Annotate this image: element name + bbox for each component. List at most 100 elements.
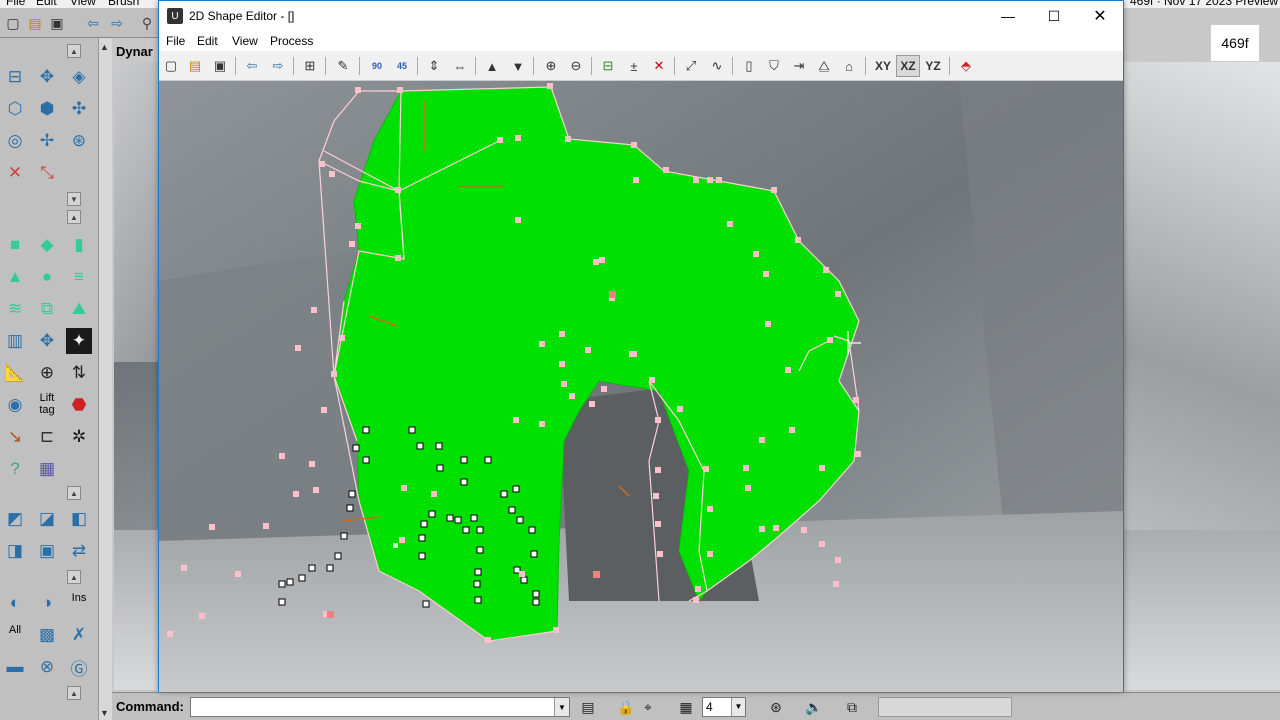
move-actor-icon[interactable]: ✥ bbox=[34, 328, 60, 354]
collapse-arrow-6-icon[interactable]: ▲ bbox=[67, 686, 81, 700]
menu-file[interactable]: File bbox=[166, 34, 185, 48]
menu-edit[interactable]: Edit bbox=[197, 34, 218, 48]
lift-tag-label[interactable]: Lift tag bbox=[34, 392, 60, 416]
bg-menu-file[interactable]: File bbox=[6, 0, 25, 8]
maximize-viewport-icon[interactable]: ⧉ bbox=[842, 698, 862, 716]
redo-icon[interactable]: ⇨ bbox=[104, 10, 130, 36]
flip-horizontal-icon[interactable]: ⇔ bbox=[449, 55, 471, 77]
image-background-icon[interactable]: ⬘ bbox=[955, 55, 977, 77]
scale-up-icon[interactable]: ▲ bbox=[481, 55, 503, 77]
grid-icon[interactable]: ▦ bbox=[676, 698, 696, 716]
revolve-icon[interactable]: ⌂ bbox=[838, 55, 860, 77]
scale-icon[interactable]: ✢ bbox=[34, 128, 60, 154]
redo-shape-icon[interactable]: ⇨ bbox=[267, 55, 289, 77]
binoculars-icon[interactable]: ⊕ bbox=[34, 360, 60, 386]
axis-xz-button[interactable]: XZ bbox=[896, 55, 920, 77]
undo-icon[interactable]: ⇦ bbox=[80, 10, 106, 36]
new-shape-icon[interactable]: ▢ bbox=[160, 55, 182, 77]
save-shape-icon[interactable]: ▣ bbox=[209, 55, 231, 77]
toolbox-scrollbar[interactable]: ▲ ▼ bbox=[98, 38, 112, 720]
sheet-builder-icon[interactable]: ◆ bbox=[34, 232, 60, 258]
measure-icon[interactable]: 📐 bbox=[2, 360, 28, 386]
camera-icon[interactable]: ▩ bbox=[34, 622, 60, 648]
camera-move-icon[interactable]: ⊟ bbox=[2, 64, 28, 90]
maximize-icon[interactable]: ☐ bbox=[1031, 1, 1077, 31]
extrude-bevel-icon[interactable]: ⧋ bbox=[813, 55, 835, 77]
wrench-icon[interactable]: ✗ bbox=[66, 622, 92, 648]
cone-builder-icon[interactable]: ▲ bbox=[2, 264, 28, 290]
face-drag-icon[interactable]: ⬢ bbox=[34, 96, 60, 122]
lock-icon[interactable]: 🔒 bbox=[616, 698, 636, 716]
eye-icon[interactable]: ◉ bbox=[2, 392, 28, 418]
extrude-icon[interactable]: ⛉ bbox=[763, 55, 785, 77]
brush-rotate-icon[interactable]: ✣ bbox=[66, 96, 92, 122]
spiral-stair-icon[interactable]: ⧉ bbox=[34, 296, 60, 322]
sound-mute-icon[interactable]: 🔈 bbox=[804, 698, 824, 716]
scroll-up-icon[interactable]: ▲ bbox=[100, 42, 109, 52]
curved-stair-icon[interactable]: ≋ bbox=[2, 296, 28, 322]
delete-vertex-icon[interactable]: ✕ bbox=[648, 55, 670, 77]
texture-pan-icon[interactable]: ◈ bbox=[66, 64, 92, 90]
terrain-builder-icon[interactable]: ⛰ bbox=[66, 296, 92, 322]
bezier-segment-icon[interactable]: ∿ bbox=[706, 55, 728, 77]
crosshair-icon[interactable]: ⌖ bbox=[638, 698, 658, 716]
collapse-arrow-2-icon[interactable]: ▼ bbox=[67, 192, 81, 206]
collapse-arrow-3-icon[interactable]: ▲ bbox=[67, 210, 81, 224]
zoom-out-icon[interactable]: ⊖ bbox=[565, 55, 587, 77]
menu-view[interactable]: View bbox=[232, 34, 258, 48]
minimize-icon[interactable]: — bbox=[985, 1, 1031, 31]
hide-selected-icon[interactable]: ◑ bbox=[34, 590, 60, 616]
cylinder-builder-icon[interactable]: ▮ bbox=[66, 232, 92, 258]
split-side-icon[interactable]: ⊟ bbox=[597, 55, 619, 77]
extrude-to-point-icon[interactable]: ⇥ bbox=[788, 55, 810, 77]
freehand-poly-icon[interactable]: ✕ bbox=[2, 160, 28, 186]
axis-yz-button[interactable]: YZ bbox=[921, 55, 945, 77]
red-cube-icon[interactable]: ⬣ bbox=[66, 392, 92, 418]
show-selected-icon[interactable]: ◐ bbox=[2, 590, 28, 616]
globe-icon[interactable]: Ⓖ bbox=[66, 654, 92, 680]
open-shape-icon[interactable]: ▤ bbox=[184, 55, 206, 77]
collapse-arrow-5-icon[interactable]: ▲ bbox=[67, 570, 81, 584]
all-label[interactable]: All bbox=[2, 624, 28, 636]
rotate-90-button[interactable]: 90 bbox=[366, 55, 388, 77]
vertex-move-icon[interactable]: ✥ bbox=[34, 64, 60, 90]
gizmo-icon[interactable]: ⊗ bbox=[34, 654, 60, 680]
close-icon[interactable]: ✕ bbox=[1077, 1, 1123, 31]
center-view-icon[interactable]: ⊞ bbox=[299, 55, 321, 77]
path-icon[interactable]: ⤡ bbox=[34, 160, 60, 186]
help-icon[interactable]: ? bbox=[2, 456, 28, 482]
deintersect-icon[interactable]: ◨ bbox=[2, 538, 28, 564]
knife-icon[interactable]: ↘ bbox=[2, 424, 28, 450]
add-brush-icon[interactable]: ◩ bbox=[2, 506, 28, 532]
sheet-icon[interactable]: ▯ bbox=[738, 55, 760, 77]
flip-vertical-icon[interactable]: ⇕ bbox=[423, 55, 445, 77]
insert-label[interactable]: Ins bbox=[66, 592, 92, 604]
cube-builder-icon[interactable]: ■ bbox=[2, 232, 28, 258]
menu-process[interactable]: Process bbox=[270, 34, 313, 48]
snap-rotation-icon[interactable]: ⊛ bbox=[766, 698, 786, 716]
log-window-icon[interactable]: ▤ bbox=[578, 698, 598, 716]
zoom-in-icon[interactable]: ⊕ bbox=[540, 55, 562, 77]
rotate-45-button[interactable]: 45 bbox=[391, 55, 413, 77]
terrain-icon[interactable]: ⊛ bbox=[66, 128, 92, 154]
stairs-builder-icon[interactable]: ≡ bbox=[66, 264, 92, 290]
grid-cube-icon[interactable]: ▦ bbox=[34, 456, 60, 482]
rotate-icon[interactable]: ◎ bbox=[2, 128, 28, 154]
command-input[interactable] bbox=[190, 697, 570, 717]
collapse-arrow-4-icon[interactable]: ▲ bbox=[67, 486, 81, 500]
add-vertex-icon[interactable]: ± bbox=[623, 55, 645, 77]
shape-canvas-svg[interactable] bbox=[159, 81, 1123, 692]
volumetric-icon[interactable]: ▥ bbox=[2, 328, 28, 354]
intersect-brush-icon[interactable]: ◧ bbox=[66, 506, 92, 532]
grid-size-select[interactable]: 4 ▼ bbox=[702, 697, 746, 717]
ruler-icon[interactable]: ⊏ bbox=[34, 424, 60, 450]
transform-icon[interactable]: ✲ bbox=[66, 424, 92, 450]
bg-menu-brush[interactable]: Brush bbox=[108, 0, 139, 8]
collapse-arrow-icon[interactable]: ▲ bbox=[67, 44, 81, 58]
undo-shape-icon[interactable]: ⇦ bbox=[241, 55, 263, 77]
brush-clip-icon[interactable]: ⬡ bbox=[2, 96, 28, 122]
pencil-icon[interactable]: ✎ bbox=[332, 55, 354, 77]
sphere-builder-icon[interactable]: ● bbox=[34, 264, 60, 290]
shape-canvas[interactable] bbox=[159, 81, 1123, 692]
starfield-icon[interactable]: ✦ bbox=[66, 328, 92, 354]
